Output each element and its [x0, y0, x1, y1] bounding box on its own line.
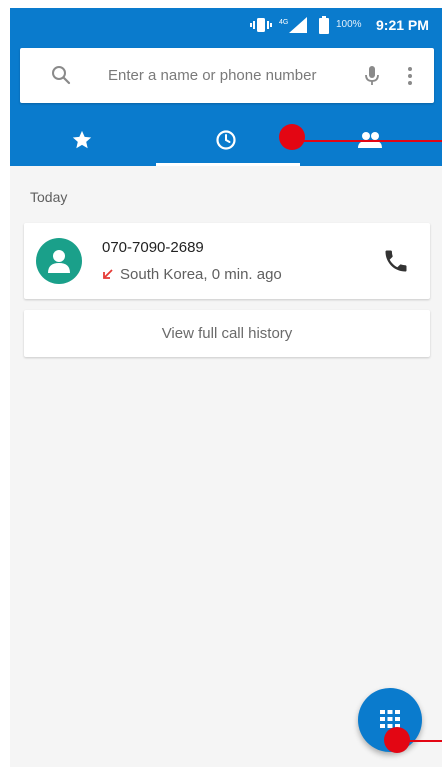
clock-icon [214, 128, 238, 157]
signal-icon: 4G [279, 17, 309, 38]
view-full-call-history-button[interactable]: View full call history [24, 310, 430, 357]
search-input[interactable] [108, 48, 346, 103]
mic-icon[interactable] [363, 64, 381, 93]
search-bar[interactable] [20, 48, 434, 103]
call-button[interactable] [382, 247, 410, 275]
battery-percent: 100% [336, 19, 362, 30]
call-log-item[interactable]: 070-7090-2689 South Korea, 0 min. ago [24, 223, 430, 299]
vibrate-icon [250, 17, 272, 38]
search-icon [50, 64, 72, 91]
status-bar: 4G 100% 9:21 PM [10, 8, 442, 42]
phone-icon [382, 250, 410, 279]
more-options-icon[interactable] [404, 64, 416, 93]
tab-bar [10, 118, 442, 166]
tab-speed-dial[interactable] [10, 118, 154, 166]
phone-screen: 4G 100% 9:21 PM Enter a name or phone nu… [10, 8, 442, 767]
battery-icon [318, 16, 330, 39]
annotation-line-tabs [293, 140, 442, 142]
annotation-marker-fab [384, 727, 410, 753]
selected-tab-indicator [156, 163, 300, 166]
star-icon [71, 129, 93, 156]
status-time: 9:21 PM [376, 17, 429, 33]
tab-contacts[interactable] [298, 118, 442, 166]
tab-recents[interactable] [154, 118, 298, 166]
avatar[interactable] [36, 238, 82, 284]
view-history-card[interactable]: View full call history [24, 310, 430, 357]
caller-number: 070-7090-2689 [102, 239, 204, 256]
app-bar: 4G 100% 9:21 PM [10, 8, 442, 166]
section-title-today: Today [30, 189, 68, 205]
annotation-marker-tabs [279, 124, 305, 150]
people-icon [356, 130, 384, 155]
missed-call-icon [102, 267, 114, 285]
svg-text:4G: 4G [279, 19, 288, 26]
call-detail: South Korea, 0 min. ago [120, 266, 282, 283]
